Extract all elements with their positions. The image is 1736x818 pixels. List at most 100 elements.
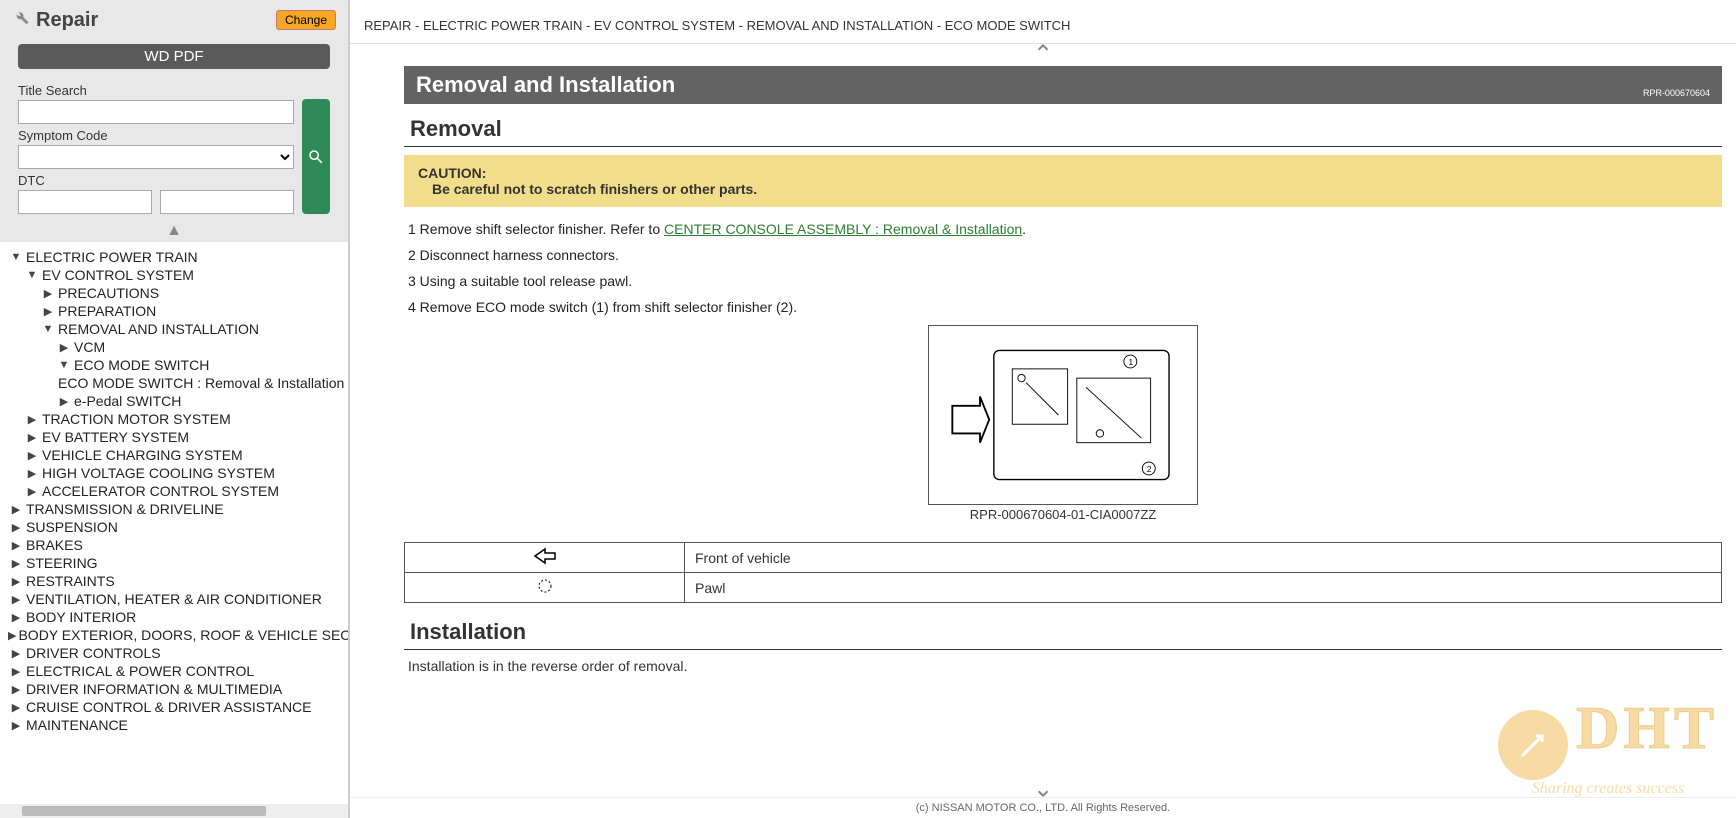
symptom-code-label: Symptom Code xyxy=(18,128,294,143)
chevron-right-icon: ▶ xyxy=(8,575,24,588)
chevron-right-icon: ▶ xyxy=(40,287,56,300)
tree-item[interactable]: ▼ELECTRIC POWER TRAIN xyxy=(0,248,348,266)
symptom-code-select[interactable] xyxy=(18,145,294,169)
change-button[interactable]: Change xyxy=(276,10,336,30)
figure-diagram: 1 2 xyxy=(928,325,1198,505)
chevron-right-icon: ▶ xyxy=(8,503,24,516)
tree-item[interactable]: ▼EV CONTROL SYSTEM xyxy=(0,266,348,284)
footer-copyright: (c) NISSAN MOTOR CO., LTD. All Rights Re… xyxy=(350,797,1736,818)
tree-item-label: VENTILATION, HEATER & AIR CONDITIONER xyxy=(24,591,322,607)
reference-link[interactable]: CENTER CONSOLE ASSEMBLY : Removal & Inst… xyxy=(664,221,1022,237)
tree-item-label: REMOVAL AND INSTALLATION xyxy=(56,321,259,337)
tree-scrollbar[interactable] xyxy=(0,804,348,818)
arrow-left-icon xyxy=(533,547,557,565)
section-ref: RPR-000670604 xyxy=(1643,88,1710,98)
search-button[interactable] xyxy=(302,99,330,214)
tree-item[interactable]: ▼ECO MODE SWITCH xyxy=(0,356,348,374)
legend-label: Pawl xyxy=(685,573,1722,603)
chevron-right-icon: ▶ xyxy=(8,611,24,624)
tree-item[interactable]: ▶SUSPENSION xyxy=(0,518,348,536)
dtc-input-2[interactable] xyxy=(160,190,294,214)
tree-item[interactable]: ▶HIGH VOLTAGE COOLING SYSTEM xyxy=(0,464,348,482)
tree-item-label: TRANSMISSION & DRIVELINE xyxy=(24,501,224,517)
table-row: Front of vehicle xyxy=(405,543,1722,573)
dtc-input-1[interactable] xyxy=(18,190,152,214)
tree-item-label: EV BATTERY SYSTEM xyxy=(40,429,189,445)
collapse-down-icon[interactable]: ⌃ xyxy=(350,775,1736,797)
tree-item[interactable]: ▶MAINTENANCE xyxy=(0,716,348,734)
tree-item-label: MAINTENANCE xyxy=(24,717,128,733)
legend-icon-arrow xyxy=(405,543,685,573)
tree-item[interactable]: ▶TRANSMISSION & DRIVELINE xyxy=(0,500,348,518)
chevron-right-icon: ▶ xyxy=(8,647,24,660)
tree-item[interactable]: ▶PRECAUTIONS xyxy=(0,284,348,302)
caution-text: Be careful not to scratch finishers or o… xyxy=(418,181,1708,197)
tree-item[interactable]: ▶STEERING xyxy=(0,554,348,572)
tree-item[interactable]: ▶ELECTRICAL & POWER CONTROL xyxy=(0,662,348,680)
tree-item-label: EV CONTROL SYSTEM xyxy=(40,267,194,283)
title-search-input[interactable] xyxy=(18,100,294,124)
tree-item-label: VEHICLE CHARGING SYSTEM xyxy=(40,447,243,463)
svg-text:2: 2 xyxy=(1147,464,1152,474)
tree-item-label: PRECAUTIONS xyxy=(56,285,159,301)
procedure-step: 2 Disconnect harness connectors. xyxy=(408,247,1722,263)
collapse-up-icon[interactable]: ⌃ xyxy=(350,44,1736,66)
tree-item[interactable]: ▶VCM xyxy=(0,338,348,356)
table-row: Pawl xyxy=(405,573,1722,603)
tree-item-label: ELECTRICAL & POWER CONTROL xyxy=(24,663,254,679)
install-heading: Installation xyxy=(404,613,1722,650)
tree-item[interactable]: ▶BODY INTERIOR xyxy=(0,608,348,626)
tree-item[interactable]: ▶BODY EXTERIOR, DOORS, ROOF & VEHICLE SE… xyxy=(0,626,348,644)
legend-label: Front of vehicle xyxy=(685,543,1722,573)
procedure-step: 1 Remove shift selector finisher. Refer … xyxy=(408,221,1722,237)
chevron-right-icon: ▶ xyxy=(24,449,40,462)
tree-item[interactable]: ▶PREPARATION xyxy=(0,302,348,320)
tree-item[interactable]: ECO MODE SWITCH : Removal & Installation xyxy=(0,374,348,392)
wrench-icon xyxy=(12,8,30,32)
chevron-right-icon: ▶ xyxy=(24,467,40,480)
sidebar-title: Repair xyxy=(12,8,98,32)
install-text: Installation is in the reverse order of … xyxy=(408,658,1722,674)
svg-text:1: 1 xyxy=(1128,357,1133,367)
tree-item-label: RESTRAINTS xyxy=(24,573,115,589)
tree-item[interactable]: ▶VENTILATION, HEATER & AIR CONDITIONER xyxy=(0,590,348,608)
wd-pdf-button[interactable]: WD PDF xyxy=(18,44,330,69)
chevron-right-icon: ▶ xyxy=(8,539,24,552)
breadcrumb: REPAIR - ELECTRIC POWER TRAIN - EV CONTR… xyxy=(350,0,1736,44)
pawl-icon xyxy=(536,577,554,595)
tree-item-label: ECO MODE SWITCH : Removal & Installation xyxy=(56,375,344,391)
chevron-right-icon: ▶ xyxy=(56,395,72,408)
tree-item[interactable]: ▶TRACTION MOTOR SYSTEM xyxy=(0,410,348,428)
tree-item[interactable]: ▶DRIVER CONTROLS xyxy=(0,644,348,662)
chevron-right-icon: ▶ xyxy=(8,665,24,678)
tree-item-label: CRUISE CONTROL & DRIVER ASSISTANCE xyxy=(24,699,312,715)
tree-item-label: DRIVER CONTROLS xyxy=(24,645,161,661)
tree-item[interactable]: ▶BRAKES xyxy=(0,536,348,554)
tree-item-label: TRACTION MOTOR SYSTEM xyxy=(40,411,231,427)
chevron-right-icon: ▶ xyxy=(8,557,24,570)
search-panel: Title Search Symptom Code DTC xyxy=(0,79,348,220)
chevron-right-icon: ▶ xyxy=(56,341,72,354)
removal-heading: Removal xyxy=(404,110,1722,147)
tree-item[interactable]: ▼REMOVAL AND INSTALLATION xyxy=(0,320,348,338)
collapse-search-icon[interactable]: ▲ xyxy=(0,220,348,242)
tree-item-label: ELECTRIC POWER TRAIN xyxy=(24,249,198,265)
chevron-right-icon: ▶ xyxy=(8,521,24,534)
tree-item[interactable]: ▶e-Pedal SWITCH xyxy=(0,392,348,410)
chevron-right-icon: ▶ xyxy=(8,629,16,642)
tree-item-label: ECO MODE SWITCH xyxy=(72,357,209,373)
title-search-label: Title Search xyxy=(18,83,294,98)
tree-item-label: SUSPENSION xyxy=(24,519,118,535)
tree-item-label: BRAKES xyxy=(24,537,83,553)
tree-item[interactable]: ▶CRUISE CONTROL & DRIVER ASSISTANCE xyxy=(0,698,348,716)
chevron-right-icon: ▶ xyxy=(24,413,40,426)
chevron-right-icon: ▶ xyxy=(40,305,56,318)
tree-item-label: HIGH VOLTAGE COOLING SYSTEM xyxy=(40,465,275,481)
tree-item[interactable]: ▶RESTRAINTS xyxy=(0,572,348,590)
tree-item[interactable]: ▶VEHICLE CHARGING SYSTEM xyxy=(0,446,348,464)
tree-item[interactable]: ▶DRIVER INFORMATION & MULTIMEDIA xyxy=(0,680,348,698)
sidebar: Repair Change WD PDF Title Search Sympto… xyxy=(0,0,350,818)
nav-tree: ▼ELECTRIC POWER TRAIN▼EV CONTROL SYSTEM▶… xyxy=(0,242,348,804)
tree-item[interactable]: ▶EV BATTERY SYSTEM xyxy=(0,428,348,446)
tree-item[interactable]: ▶ACCELERATOR CONTROL SYSTEM xyxy=(0,482,348,500)
